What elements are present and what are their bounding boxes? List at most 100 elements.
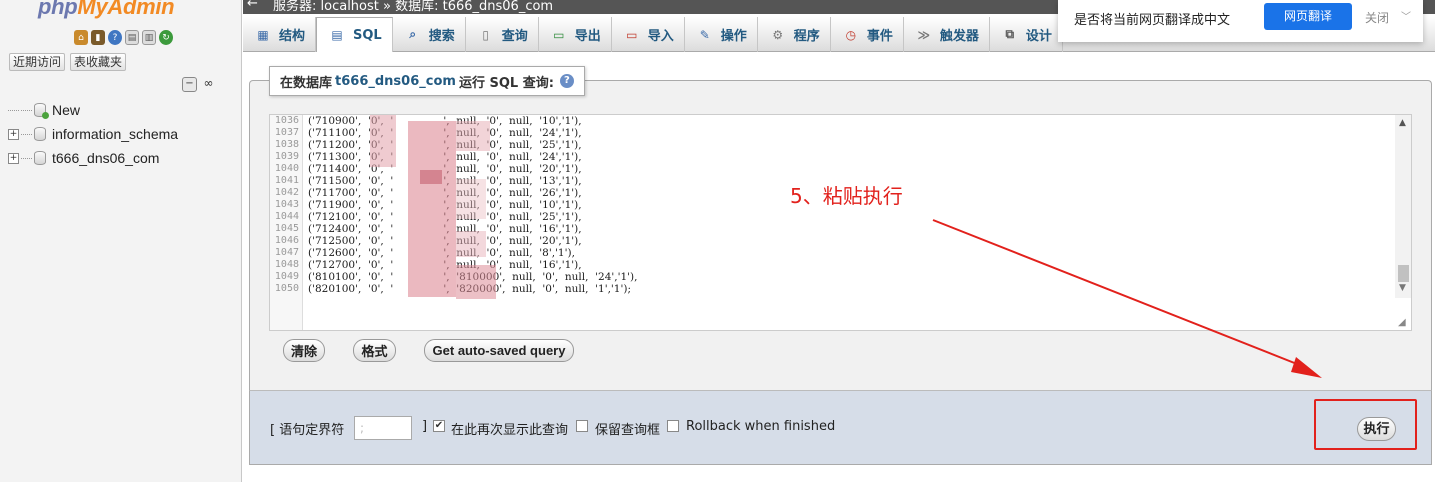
structure-icon: ▦	[257, 27, 269, 42]
sql-editor[interactable]: 1036 1037 1038 1039 1040 1041 1042 1043 1044 1045…	[269, 114, 1412, 331]
translate-popup: 是否将当前网页翻译成中文 网页翻译 关闭 ﹀	[1058, 0, 1423, 42]
tree-item-label: New	[52, 102, 81, 118]
back-arrow-icon[interactable]: ←	[247, 0, 258, 11]
annotation-text: 5、粘贴执行	[790, 184, 903, 208]
phpmyadmin-window: phpMyAdmin ⌂ ▮ ? ▤ ▥ ↻ 近期访问 表收藏夹 − ∞ New	[0, 0, 1435, 482]
reload-icon[interactable]: ↻	[159, 30, 173, 45]
tab-query[interactable]: ▯ 查询	[466, 17, 539, 52]
chevron-down-icon[interactable]: ﹀	[1401, 8, 1411, 23]
clear-button[interactable]: 清除	[283, 339, 325, 362]
legend-database-link[interactable]: t666_dns06_com	[335, 74, 456, 89]
line-number: 1045	[274, 223, 299, 234]
tab-routines[interactable]: ⚙ 程序	[758, 17, 831, 52]
database-tree: New + information_schema + t666_dns06_co…	[8, 98, 178, 170]
nav-buttons: 近期访问 表收藏夹	[9, 53, 127, 71]
docs-icon[interactable]: ▤	[125, 30, 139, 45]
retain-box-label: 保留查询框	[595, 423, 661, 438]
search-icon: ⌕	[409, 27, 417, 41]
translate-close-button[interactable]: 关闭	[1365, 9, 1389, 26]
tab-sql[interactable]: ▤ SQL	[316, 17, 393, 52]
logout-icon[interactable]: ▮	[91, 30, 105, 45]
line-number: 1050	[274, 283, 299, 294]
tab-export[interactable]: ▭ 导出	[539, 17, 612, 52]
tab-label: SQL	[353, 27, 382, 43]
recent-button[interactable]: 近期访问	[9, 53, 66, 71]
redaction-block	[456, 121, 490, 151]
designer-icon: ⧉	[1005, 27, 1015, 41]
tab-triggers[interactable]: ≫ 触发器	[904, 17, 990, 52]
rollback-checkbox[interactable]	[667, 420, 679, 432]
delimiter-label-close: ]	[422, 419, 428, 434]
line-number: 1047	[274, 247, 299, 258]
favorites-button[interactable]: 表收藏夹	[70, 53, 127, 71]
logo-text-php: php	[38, 0, 78, 19]
tree-connector	[8, 109, 19, 111]
export-icon: ▭	[553, 27, 565, 42]
tab-label: 导出	[574, 29, 601, 44]
routines-icon: ⚙	[772, 27, 784, 42]
nav-quick-icons: ⌂ ▮ ? ▤ ▥ ↻	[74, 30, 173, 48]
tab-label: 查询	[501, 29, 528, 44]
tab-designer[interactable]: ⧉ 设计	[990, 17, 1063, 52]
line-number: 1042	[274, 187, 299, 198]
line-number: 1038	[274, 139, 299, 150]
navigation-panel: phpMyAdmin ⌂ ▮ ? ▤ ▥ ↻ 近期访问 表收藏夹 − ∞ New	[0, 0, 242, 482]
tab-label: 触发器	[939, 29, 979, 44]
translate-button[interactable]: 网页翻译	[1264, 3, 1352, 30]
tree-connector	[21, 109, 32, 111]
resize-handle-icon[interactable]: ◢	[1398, 317, 1406, 328]
home-icon[interactable]: ⌂	[74, 30, 88, 45]
scroll-up-icon[interactable]: ▲	[1399, 118, 1406, 128]
tree-connector	[21, 133, 32, 135]
help-icon[interactable]: ?	[108, 30, 122, 45]
delimiter-input[interactable]: ;	[354, 416, 412, 440]
triggers-icon: ≫	[917, 27, 931, 42]
redaction-block	[456, 231, 486, 257]
tab-structure[interactable]: ▦ 结构	[243, 17, 317, 52]
tab-operations[interactable]: ✎ 操作	[685, 17, 758, 52]
sql-icon: ▤	[331, 28, 343, 42]
scroll-thumb[interactable]	[1398, 265, 1409, 282]
line-number: 1039	[274, 151, 299, 162]
redaction-block	[456, 179, 486, 219]
retain-box-checkbox[interactable]	[576, 420, 588, 432]
query-icon: ▯	[482, 27, 490, 42]
scroll-down-icon[interactable]: ▼	[1399, 283, 1406, 293]
sql-legend: 在数据库 t666_dns06_com 运行 SQL 查询: ?	[269, 66, 585, 96]
tab-label: 程序	[793, 29, 820, 44]
show-again-label: 在此再次显示此查询	[451, 423, 569, 438]
clock-icon: ◷	[845, 27, 857, 42]
tree-item-t666-dns06-com[interactable]: + t666_dns06_com	[8, 146, 178, 170]
help-icon[interactable]: ?	[559, 74, 574, 88]
tree-item-label: information_schema	[52, 126, 179, 142]
redaction-block	[456, 265, 496, 299]
breadcrumb-text[interactable]: 服务器: localhost » 数据库: t666_dns06_com	[273, 0, 553, 14]
tree-connector	[21, 157, 32, 159]
tab-label: 操作	[720, 29, 747, 44]
redaction-block	[370, 115, 396, 167]
query-options-bar: [ 语句定界符 ; ] ✔ 在此再次显示此查询 保留查询框 Rollback w…	[249, 390, 1432, 465]
expand-icon[interactable]: +	[8, 152, 19, 164]
format-button[interactable]: 格式	[353, 339, 396, 362]
legend-prefix: 在数据库	[280, 75, 333, 91]
tab-search[interactable]: ⌕ 搜索	[393, 17, 466, 52]
tree-item-information-schema[interactable]: + information_schema	[8, 122, 178, 146]
expand-icon[interactable]: +	[8, 128, 19, 140]
autosaved-query-button[interactable]: Get auto-saved query	[424, 339, 574, 362]
tab-import[interactable]: ▭ 导入	[612, 17, 685, 52]
rollback-label: Rollback when finished	[686, 419, 836, 434]
phpmyadmin-logo[interactable]: phpMyAdmin	[38, 0, 175, 20]
tab-label: 导入	[647, 29, 674, 44]
settings-icon[interactable]: ▥	[142, 30, 156, 45]
link-icon[interactable]: ∞	[201, 77, 216, 92]
show-again-checkbox[interactable]: ✔	[433, 420, 445, 432]
line-number: 1046	[274, 235, 299, 246]
line-number: 1043	[274, 199, 299, 210]
tab-events[interactable]: ◷ 事件	[831, 17, 904, 52]
tree-item-new[interactable]: New	[8, 98, 178, 122]
translate-question: 是否将当前网页翻译成中文	[1074, 13, 1231, 28]
database-icon	[34, 127, 46, 141]
collapse-all-icon[interactable]: −	[182, 77, 197, 92]
vertical-scrollbar[interactable]: ▲ ▼	[1395, 115, 1411, 298]
legend-suffix: 运行 SQL 查询:	[458, 75, 554, 91]
